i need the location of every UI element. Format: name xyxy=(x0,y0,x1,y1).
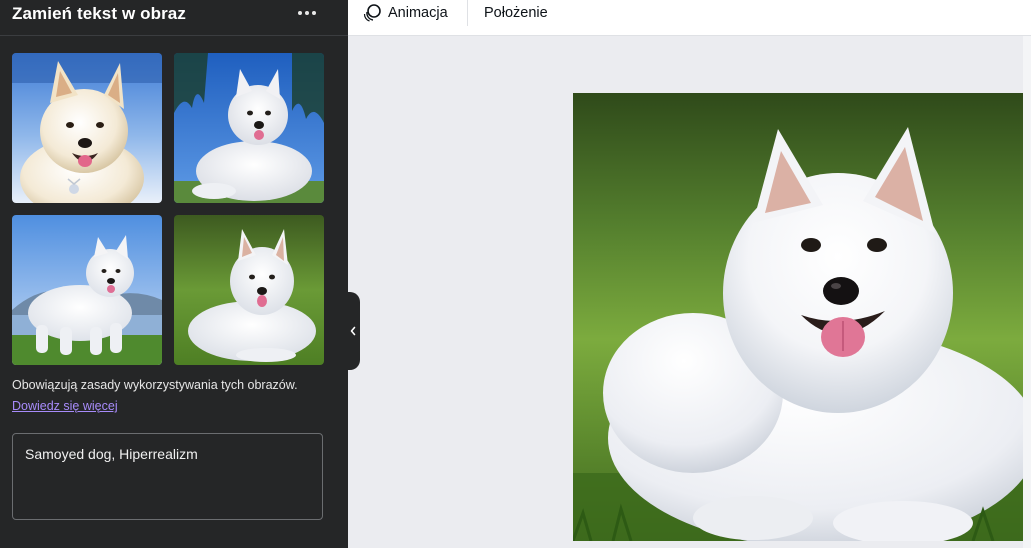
prompt-input[interactable]: Samoyed dog, Hiperrealizm xyxy=(12,433,323,520)
canvas-image[interactable] xyxy=(573,93,1023,541)
more-dot xyxy=(312,11,316,15)
more-horizontal-icon xyxy=(298,11,302,15)
animation-label: Animacja xyxy=(388,5,448,21)
usage-policy-note: Obowiązują zasady wykorzystywania tych o… xyxy=(12,378,298,392)
more-options-button[interactable] xyxy=(292,2,322,24)
panel-header: Zamień tekst w obraz xyxy=(0,0,348,36)
animation-icon xyxy=(362,3,382,23)
panel-title: Zamień tekst w obraz xyxy=(12,4,186,23)
dog-image xyxy=(12,53,162,203)
text-to-image-panel: Zamień tekst w obraz Obowiązują zasady w… xyxy=(0,0,348,548)
dog-image xyxy=(12,215,162,365)
more-dot xyxy=(305,11,309,15)
dog-image xyxy=(174,53,324,203)
generated-image-thumbnail[interactable] xyxy=(174,215,324,365)
toolbar-divider xyxy=(467,0,468,26)
generated-image-thumbnail[interactable] xyxy=(174,53,324,203)
top-toolbar: Animacja Położenie xyxy=(348,0,1031,36)
position-label: Położenie xyxy=(484,5,548,21)
animation-button[interactable]: Animacja xyxy=(362,0,448,26)
dog-image xyxy=(573,93,1023,541)
generated-image-thumbnail[interactable] xyxy=(12,215,162,365)
position-button[interactable]: Położenie xyxy=(484,0,548,26)
collapse-panel-button[interactable] xyxy=(346,292,360,370)
dog-image xyxy=(174,215,324,365)
chevron-left-icon xyxy=(350,326,356,336)
generated-image-thumbnail[interactable] xyxy=(12,53,162,203)
canvas-scroll-track[interactable] xyxy=(1023,36,1031,548)
learn-more-link[interactable]: Dowiedz się więcej xyxy=(12,399,118,413)
